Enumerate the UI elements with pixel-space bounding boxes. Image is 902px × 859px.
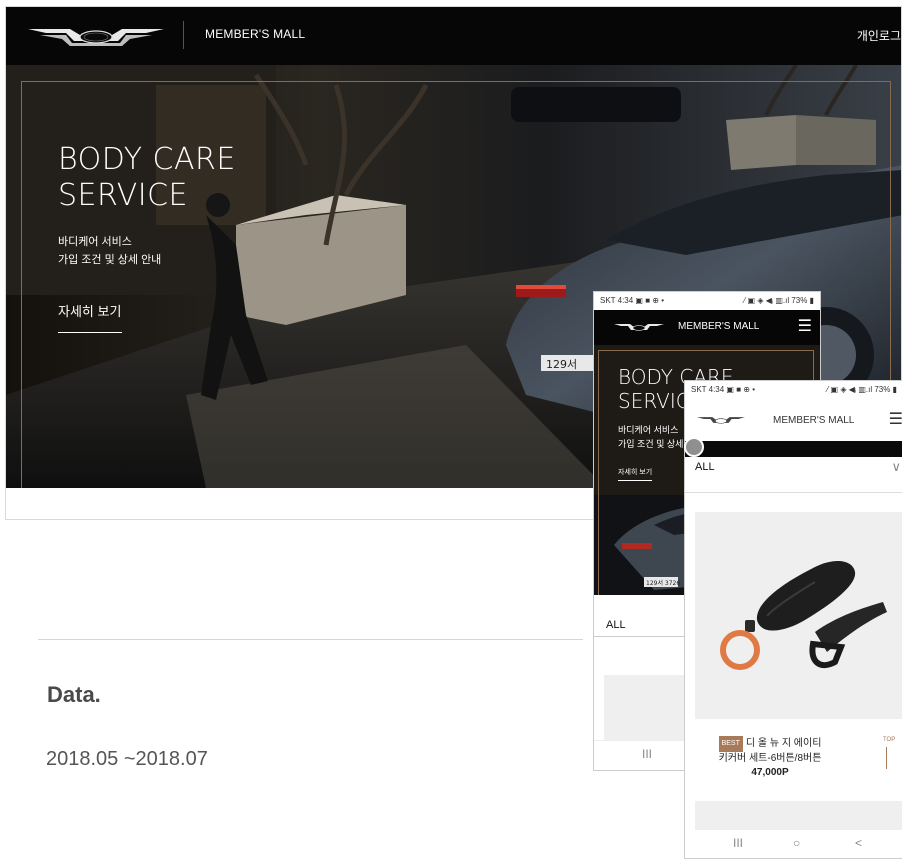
hero-subtitle-line1: 바디케어 서비스 <box>58 236 132 248</box>
chevron-down-icon[interactable]: ∨ <box>891 459 901 475</box>
status-right: ⁄ ▣ ◈ ◀ᵢ ▥.ıl 73% ▮ <box>744 296 814 305</box>
recent-apps-icon[interactable]: III <box>642 747 652 761</box>
product-name-line1: BEST 디 올 뉴 지 에이티 <box>685 736 855 752</box>
back-icon[interactable]: < <box>855 836 862 850</box>
mall-title[interactable]: MEMBER'S MALL <box>773 415 854 426</box>
product-name-part1: 디 올 뉴 지 에이티 <box>745 738 822 749</box>
mall-title[interactable]: MEMBER'S MALL <box>205 27 305 41</box>
home-icon[interactable]: ○ <box>793 836 800 850</box>
status-right: ⁄ ▣ ◈ ◀ᵢ ▥.ıl 73% ▮ <box>827 385 897 394</box>
scroll-top-line <box>886 747 887 769</box>
mall-title[interactable]: MEMBER'S MALL <box>678 321 759 332</box>
hamburger-menu-icon[interactable]: ☰ <box>798 316 812 336</box>
hero-subtitle: 바디케어 서비스 가입 조건 및 상세 안내 <box>58 233 161 269</box>
hero-subtitle-line2: 가입 조건 및 상세 안내 <box>58 254 162 266</box>
personal-login-link[interactable]: 개인로그 <box>857 27 901 44</box>
status-left: SKT 4:34 ▣ ■ ⊕ • <box>600 296 664 305</box>
scroll-top-button[interactable]: TOP <box>883 737 895 743</box>
category-filter[interactable]: ALL <box>594 595 694 637</box>
project-data-label: Data. <box>47 682 101 707</box>
hero-title: BODY CARE SERVICE <box>58 142 236 214</box>
genesis-logo[interactable] <box>614 320 664 334</box>
view-details-link[interactable]: 자세히 보기 <box>58 301 122 333</box>
mobile-header: MEMBER'S MALL ☰ <box>685 399 902 441</box>
info-divider <box>38 639 583 640</box>
product-image[interactable] <box>695 512 902 719</box>
site-header: MEMBER'S MALL 개인로그 <box>6 7 901 65</box>
status-bar: SKT 4:34 ▣ ■ ⊕ • ⁄ ▣ ◈ ◀ᵢ ▥.ıl 73% ▮ <box>594 292 820 310</box>
product-info[interactable]: BEST 디 올 뉴 지 에이티 키커버 세트-6버튼/8버튼 47,000P <box>685 736 855 780</box>
genesis-logo[interactable] <box>697 413 745 427</box>
android-nav-bar: III ○ < <box>685 830 902 858</box>
mobile-header: MEMBER'S MALL ☰ <box>594 310 820 345</box>
key-cover-image <box>720 560 887 670</box>
category-filter-label: ALL <box>695 461 715 473</box>
header-band <box>685 441 902 457</box>
hero-title-line2: SERVICE <box>58 178 188 213</box>
status-left: SKT 4:34 ▣ ■ ⊕ • <box>691 385 755 394</box>
recent-apps-icon[interactable]: III <box>733 836 743 850</box>
hero-title-line1: BODY CARE <box>58 142 236 177</box>
project-period: 2018.05 ~2018.07 <box>46 748 208 770</box>
product-price: 47,000P <box>751 767 789 778</box>
product-name-line2: 키커버 세트-6버튼/8버튼 <box>718 753 822 764</box>
genesis-logo[interactable] <box>26 21 166 49</box>
status-bar: SKT 4:34 ▣ ■ ⊕ • ⁄ ▣ ◈ ◀ᵢ ▥.ıl 73% ▮ <box>685 381 902 399</box>
mobile-mockup-product: SKT 4:34 ▣ ■ ⊕ • ⁄ ▣ ◈ ◀ᵢ ▥.ıl 73% ▮ MEM… <box>684 380 902 859</box>
view-details-link[interactable]: 자세히 보기 <box>618 467 653 481</box>
hamburger-menu-icon[interactable]: ☰ <box>889 409 902 429</box>
category-filter[interactable]: ALL ∨ <box>685 457 902 493</box>
product-placeholder <box>695 801 902 831</box>
overlap-indicator-icon <box>684 437 704 457</box>
header-divider <box>183 21 184 49</box>
best-badge: BEST <box>718 736 743 752</box>
